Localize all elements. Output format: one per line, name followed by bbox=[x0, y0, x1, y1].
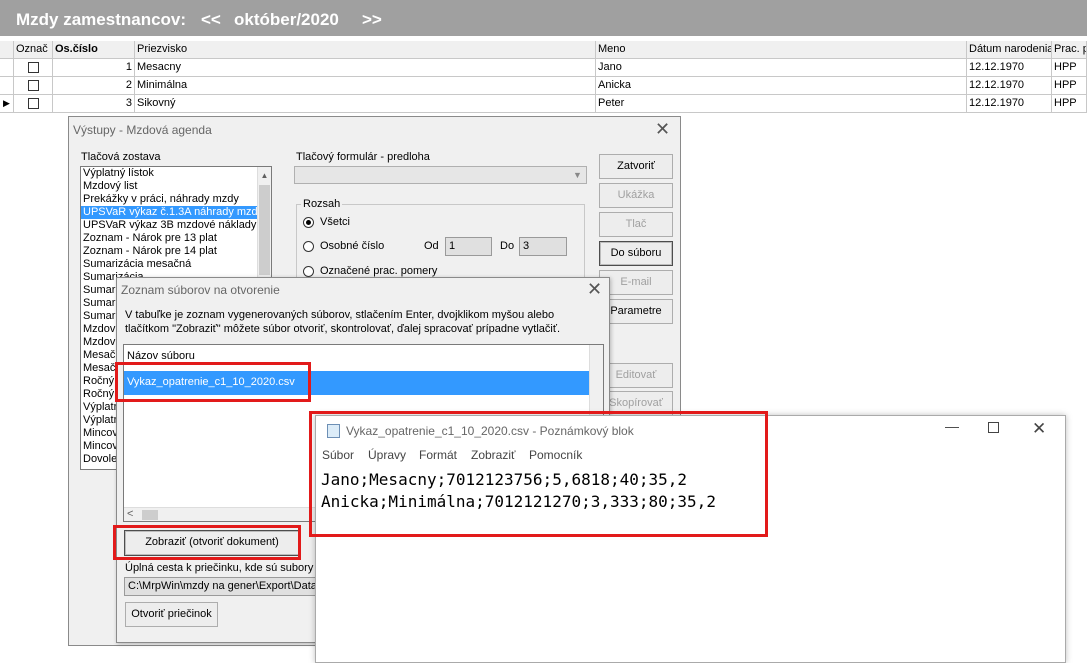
report-list-item[interactable]: Sumarizácia mesačná bbox=[81, 258, 271, 271]
cell-name[interactable]: Peter bbox=[596, 95, 967, 113]
radio-personal-label[interactable]: Osobné číslo bbox=[320, 240, 384, 252]
radio-marked-label[interactable]: Označené prac. pomery bbox=[320, 265, 437, 277]
scroll-thumb[interactable] bbox=[142, 510, 158, 520]
period-label: október/2020 bbox=[234, 10, 339, 29]
close-button[interactable]: Zatvoriť bbox=[599, 154, 673, 179]
close-icon[interactable]: ✕ bbox=[587, 279, 602, 300]
col-header-birth[interactable]: Dátum narodenia bbox=[967, 41, 1052, 59]
cell-birth[interactable]: 12.12.1970 bbox=[967, 59, 1052, 77]
to-input[interactable]: 3 bbox=[519, 237, 567, 256]
file-column-header[interactable]: Názov súboru bbox=[127, 350, 195, 362]
from-label: Od bbox=[424, 240, 439, 252]
row-indicator bbox=[0, 77, 14, 95]
form-template-select[interactable]: ▼ bbox=[294, 166, 587, 184]
form-template-label: Tlačový formulár - predloha bbox=[296, 151, 430, 163]
cell-type[interactable]: HPP bbox=[1052, 77, 1087, 95]
scroll-thumb[interactable] bbox=[259, 185, 270, 275]
minimize-icon[interactable]: — bbox=[942, 418, 962, 434]
cell-id[interactable]: 1 bbox=[53, 59, 135, 77]
cell-surname[interactable]: Minimálna bbox=[135, 77, 596, 95]
report-list-item[interactable]: Zoznam - Nárok pre 14 plat bbox=[81, 245, 271, 258]
current-row-arrow-icon: ▶ bbox=[0, 95, 14, 113]
range-label: Rozsah bbox=[301, 198, 343, 210]
cell-id[interactable]: 2 bbox=[53, 77, 135, 95]
radio-personal-number[interactable] bbox=[303, 241, 314, 252]
email-button[interactable]: E-mail bbox=[599, 270, 673, 295]
close-icon[interactable]: ✕ bbox=[655, 119, 670, 140]
highlight-show-button bbox=[113, 525, 301, 560]
cell-surname[interactable]: Sikovný bbox=[135, 95, 596, 113]
mark-checkbox[interactable] bbox=[27, 97, 39, 109]
mark-checkbox[interactable] bbox=[27, 61, 39, 73]
from-input[interactable]: 1 bbox=[445, 237, 492, 256]
radio-all[interactable] bbox=[303, 217, 314, 228]
highlight-notepad-content bbox=[309, 411, 768, 537]
cell-name[interactable]: Jano bbox=[596, 59, 967, 77]
radio-dot-icon bbox=[306, 220, 311, 225]
parameters-button[interactable]: Parametre bbox=[599, 299, 673, 324]
prev-period-button[interactable]: << bbox=[201, 10, 221, 30]
app-title-bar: Mzdy zamestnancov: << október/2020 >> bbox=[0, 0, 1087, 36]
next-period-button[interactable]: >> bbox=[362, 10, 382, 30]
report-list-item[interactable]: Zoznam - Nárok pre 13 plat bbox=[81, 232, 271, 245]
maximize-icon[interactable] bbox=[988, 422, 999, 433]
radio-marked[interactable] bbox=[303, 266, 314, 277]
report-list-item[interactable]: Mzdový list bbox=[81, 180, 271, 193]
report-list-item[interactable]: Prekážky v práci, náhrady mzdy bbox=[81, 193, 271, 206]
print-button[interactable]: Tlač bbox=[599, 212, 673, 237]
close-icon[interactable]: ✕ bbox=[1032, 419, 1046, 439]
table-row-checkbox-cell bbox=[14, 95, 53, 113]
outputs-dialog-title: Výstupy - Mzdová agenda bbox=[73, 123, 212, 137]
report-list-item[interactable]: UPSVaR výkaz 3B mzdové náklady bbox=[81, 219, 271, 232]
col-header-type[interactable]: Prac. p bbox=[1052, 41, 1087, 59]
col-header-id[interactable]: Os.číslo bbox=[53, 41, 135, 59]
cell-birth[interactable]: 12.12.1970 bbox=[967, 95, 1052, 113]
col-header-surname[interactable]: Priezvisko bbox=[135, 41, 596, 59]
cell-id[interactable]: 3 bbox=[53, 95, 135, 113]
cell-type[interactable]: HPP bbox=[1052, 59, 1087, 77]
preview-button[interactable]: Ukážka bbox=[599, 183, 673, 208]
cell-birth[interactable]: 12.12.1970 bbox=[967, 77, 1052, 95]
col-header-name[interactable]: Meno bbox=[596, 41, 967, 59]
edit-button[interactable]: Editovať bbox=[599, 363, 673, 388]
row-indicator-header bbox=[0, 41, 14, 59]
report-label: Tlačová zostava bbox=[81, 151, 161, 163]
highlight-file-name bbox=[115, 362, 311, 402]
row-indicator bbox=[0, 59, 14, 77]
employee-grid: Označ Os.číslo Priezvisko Meno Dátum nar… bbox=[0, 41, 1087, 113]
table-row-checkbox-cell bbox=[14, 77, 53, 95]
page-title: Mzdy zamestnancov: bbox=[16, 10, 187, 29]
scroll-up-icon[interactable]: ▲ bbox=[258, 171, 271, 180]
report-list-item[interactable]: UPSVaR výkaz č.1.3A náhrady mzdy bbox=[81, 206, 271, 219]
cell-name[interactable]: Anicka bbox=[596, 77, 967, 95]
radio-all-label[interactable]: Všetci bbox=[320, 216, 350, 228]
table-row-checkbox-cell bbox=[14, 59, 53, 77]
chevron-down-icon[interactable]: ▼ bbox=[570, 168, 585, 182]
path-field[interactable]: C:\MrpWin\mzdy na gener\Export\Data bbox=[124, 577, 319, 596]
path-label: Úplná cesta k priečinku, kde sú subory u bbox=[125, 562, 323, 574]
open-folder-button[interactable]: Otvoriť priečinok bbox=[125, 602, 218, 627]
cell-surname[interactable]: Mesacny bbox=[135, 59, 596, 77]
mark-checkbox[interactable] bbox=[27, 79, 39, 91]
file-list-dialog-title: Zoznam súborov na otvorenie bbox=[121, 283, 280, 297]
cell-type[interactable]: HPP bbox=[1052, 95, 1087, 113]
report-list-item[interactable]: Výplatný lístok bbox=[81, 167, 271, 180]
to-label: Do bbox=[500, 240, 515, 252]
to-file-button[interactable]: Do súboru bbox=[599, 241, 673, 266]
scroll-left-icon[interactable]: < bbox=[127, 508, 133, 520]
file-list-info: V tabuľke je zoznam vygenerovaných súbor… bbox=[125, 309, 561, 335]
col-header-mark[interactable]: Označ bbox=[14, 41, 53, 59]
